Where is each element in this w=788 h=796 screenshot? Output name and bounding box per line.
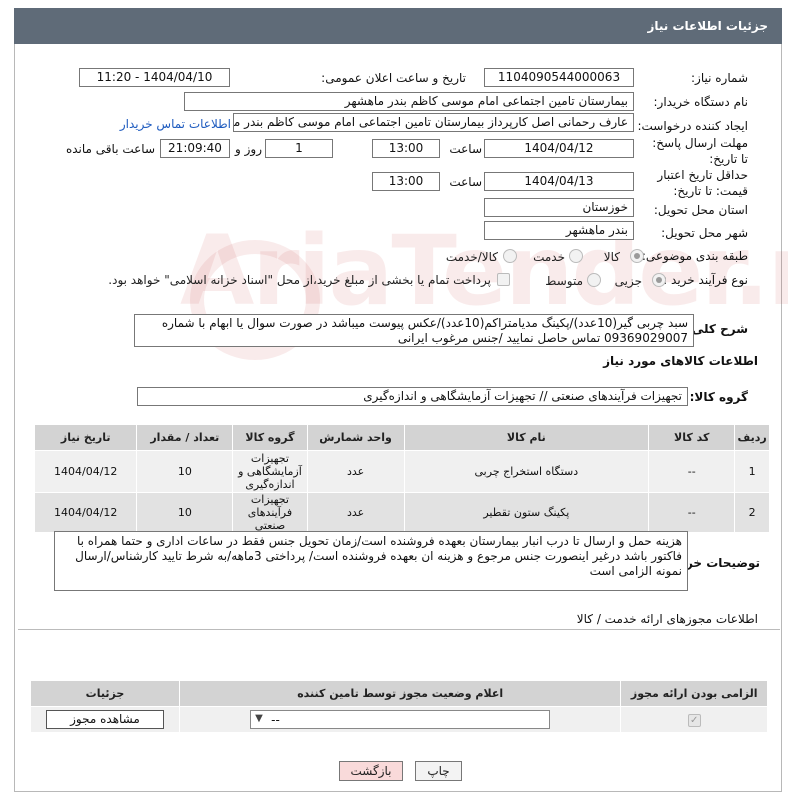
need-number-field[interactable]: 1104090544000063 [484,68,634,87]
creator-label: ایجاد کننده درخواست: [637,119,748,133]
province-label: استان محل تحویل: [653,203,748,217]
remaining-label: ساعت باقی مانده [65,142,155,156]
goods-group-label: گروه کالا: [689,390,748,404]
permit-col-required: الزامی بودن ارائه مجوز [620,680,768,707]
cell-qty: 10 [136,492,234,533]
cell-row-number: 1 [734,450,770,493]
print-button[interactable]: چاپ [415,761,462,781]
category-radio-goods[interactable] [630,249,644,263]
price-time-field[interactable]: 13:00 [372,172,440,191]
category-radio-service[interactable] [569,249,583,263]
col-header-code: کد کالا [648,424,736,451]
category-option-goods: کالا [603,250,620,264]
province-field[interactable]: خوزستان [484,198,634,217]
permit-row[interactable]: ✓ -- ▼ مشاهده مجوز [30,706,768,733]
col-header-name: نام کالا [403,424,650,451]
col-header-row: ردیف [734,424,770,451]
permit-status-select[interactable]: -- ▼ [250,710,551,729]
reply-time-label: ساعت [449,142,482,156]
table-row[interactable]: 1 -- دستگاه استخراج چربی عدد تجهیزات آزم… [33,450,770,493]
city-label: شهر محل تحویل: [661,226,748,240]
cell-date: 1404/04/12 [33,492,138,533]
category-option-goods-service: کالا/خدمت [445,250,498,264]
permit-col-details: جزئیات [30,680,180,707]
price-time-label: ساعت [449,175,482,189]
cell-group: تجهیزات فرآیندهای صنعتی [232,492,308,533]
process-option-minor: جزیی [614,274,642,288]
permit-status-cell: -- ▼ [178,706,622,733]
cell-unit: عدد [306,450,405,493]
cell-qty: 10 [136,450,234,493]
city-field[interactable]: بندر ماهشهر [484,221,634,240]
cell-row-number: 2 [734,492,770,533]
goods-table: ردیف کد کالا نام کالا واحد شمارش گروه کا… [33,424,770,533]
reply-time-field[interactable]: 13:00 [372,139,440,158]
cell-unit: عدد [306,492,405,533]
buyer-notes-field[interactable]: هزینه حمل و ارسال تا درب انبار بیمارستان… [54,531,688,591]
permits-divider [18,629,780,630]
process-label: نوع فرآیند خرید : [663,273,748,287]
chevron-down-icon: ▼ [255,713,263,724]
price-validity-label: حداقل تاریخ اعتبار قیمت: تا تاریخ: [657,168,748,198]
permit-required-cell: ✓ [620,706,768,733]
permit-required-checkbox[interactable]: ✓ [687,713,701,727]
cell-group: تجهیزات آزمایشگاهی و اندازه‌گیری [232,450,308,493]
announce-field[interactable]: 1404/04/10 - 11:20 [79,68,230,87]
permit-details-cell: مشاهده مجوز [30,706,180,733]
permit-status-value: -- [271,713,280,727]
price-date-field[interactable]: 1404/04/13 [484,172,634,191]
category-label: طبقه بندی موضوعی: [641,249,748,263]
description-field[interactable]: سبد چربی گیر(10عدد)/پکینگ مدیامتراکم(10ع… [134,314,694,347]
process-radio-medium[interactable] [587,273,601,287]
remaining-time-field[interactable]: 21:09:40 [160,139,230,158]
buyer-org-field[interactable]: بیمارستان تامین اجتماعی امام موسی کاظم ب… [184,92,634,111]
cell-code: -- [648,492,736,533]
page-title: جزئیات اطلاعات نیاز [14,8,782,44]
announce-label: تاریخ و ساعت اعلان عمومی: [321,71,466,85]
permits-title: اطلاعات مجوزهای ارائه خدمت / کالا [576,612,758,626]
view-permit-button[interactable]: مشاهده مجوز [45,710,164,729]
days-label: روز و [235,142,262,156]
category-option-service: خدمت [533,250,565,264]
creator-field[interactable]: عارف رحمانی اصل کارپرداز بیمارستان تامین… [233,113,634,132]
col-header-qty: تعداد / مقدار [136,424,234,451]
buyer-contact-link[interactable]: اطلاعات تماس خریدار [120,117,231,131]
permits-table: الزامی بودن ارائه مجوز اعلام وضعیت مجوز … [30,680,768,733]
cell-code: -- [648,450,736,493]
buyer-org-label: نام دستگاه خریدار: [653,95,749,109]
back-button[interactable]: بازگشت [339,761,403,781]
goods-section-title: اطلاعات کالاهای مورد نیاز [603,354,758,368]
reply-date-field[interactable]: 1404/04/12 [484,139,634,158]
reply-deadline-label: مهلت ارسال پاسخ: تا تاریخ: [652,136,748,166]
treasury-note: پرداخت تمام یا بخشی از مبلغ خرید،از محل … [108,273,491,287]
col-header-group: گروه کالا [232,424,308,451]
process-option-medium: متوسط [545,274,583,288]
treasury-checkbox[interactable] [497,273,510,286]
table-row[interactable]: 2 -- پکینگ ستون تقطیر عدد تجهیزات فرآیند… [33,492,770,533]
goods-group-field[interactable]: تجهیزات فرآیندهای صنعتی // تجهیزات آزمای… [137,387,688,406]
permit-col-status: اعلام وضعیت مجوز توسط تامین کننده [178,680,622,707]
cell-name: پکینگ ستون تقطیر [403,492,650,533]
days-field[interactable]: 1 [265,139,333,158]
cell-name: دستگاه استخراج چربی [403,450,650,493]
process-radio-minor[interactable] [652,273,666,287]
category-radio-goods-service[interactable] [503,249,517,263]
col-header-unit: واحد شمارش [306,424,405,451]
col-header-date: تاریخ نیاز [33,424,138,451]
cell-date: 1404/04/12 [33,450,138,493]
need-number-label: شماره نیاز: [691,71,748,85]
